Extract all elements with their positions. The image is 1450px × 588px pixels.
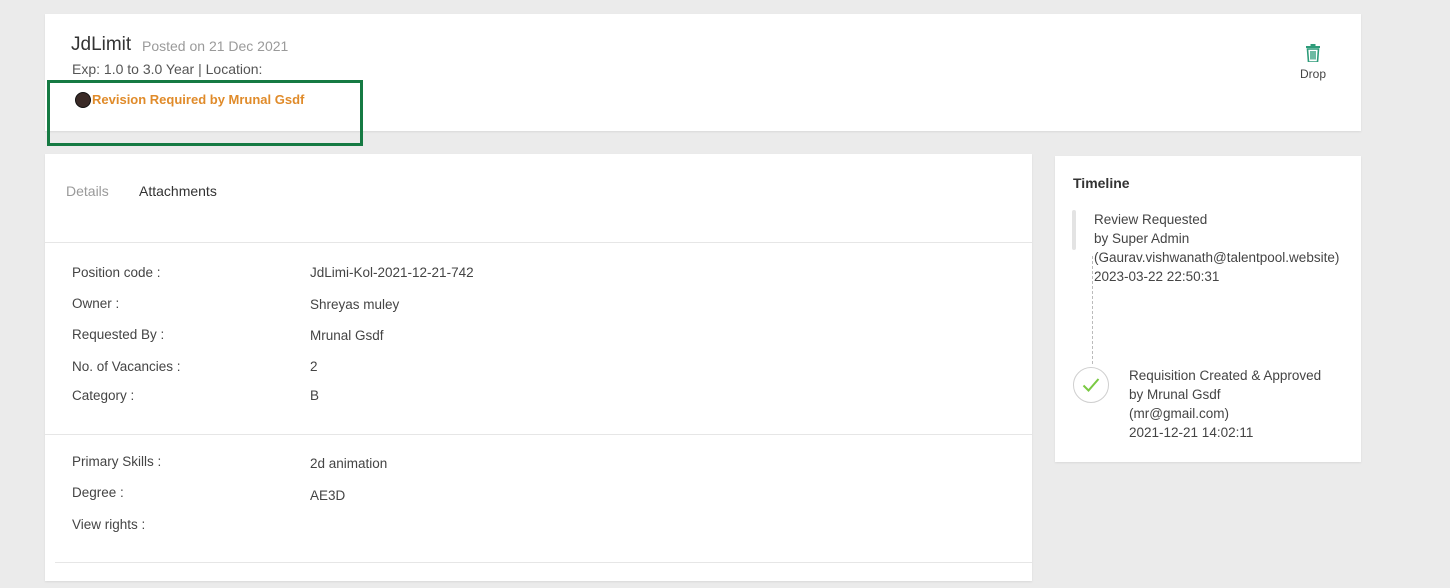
event-timestamp: 2021-12-21 14:02:11 (1129, 425, 1254, 440)
timeline-title: Timeline (1073, 175, 1130, 191)
vacancies-value: 2 (310, 359, 318, 374)
revision-status-text: Revision Required by Mrunal Gsdf (92, 92, 305, 107)
degree-value: AE3D (310, 488, 346, 503)
event-email: (mr@gmail.com) (1129, 406, 1229, 421)
requested-by-label: Requested By : (72, 327, 165, 342)
experience-location: Exp: 1.0 to 3.0 Year | Location: (72, 61, 263, 77)
job-title: JdLimit (71, 34, 132, 55)
divider (55, 562, 1032, 563)
event-timestamp: 2023-03-22 22:50:31 (1094, 269, 1220, 284)
degree-label: Degree : (72, 485, 124, 500)
event-email: (Gaurav.vishwanath@talentpool.website) (1094, 250, 1340, 265)
view-rights-label: View rights : (72, 517, 146, 532)
timeline-event: Review Requested by Super Admin (Gaurav.… (1094, 210, 1343, 286)
position-code-label: Position code : (72, 265, 161, 280)
primary-skills-label: Primary Skills : (72, 454, 162, 469)
divider (45, 242, 1032, 243)
pending-bar-icon (1072, 210, 1076, 250)
requisition-header-card: JdLimit Posted on 21 Dec 2021 Exp: 1.0 t… (45, 14, 1361, 131)
check-icon (1073, 367, 1109, 403)
requested-by-value: Mrunal Gsdf (310, 328, 384, 343)
trash-icon (1306, 44, 1320, 62)
timeline-card: Timeline Review Requested by Super Admin… (1055, 156, 1361, 462)
divider (45, 434, 1032, 435)
event-by: by Super Admin (1094, 231, 1190, 246)
timeline-connector (1092, 256, 1093, 364)
category-value: B (310, 388, 320, 403)
category-label: Category : (72, 388, 135, 403)
tab-details[interactable]: Details (66, 183, 109, 199)
event-action: Review Requested (1094, 212, 1208, 227)
drop-button[interactable]: Drop (1288, 44, 1338, 88)
primary-skills-value: 2d animation (310, 456, 388, 471)
event-by: by Mrunal Gsdf (1129, 387, 1221, 402)
drop-label: Drop (1299, 67, 1326, 81)
posted-date: Posted on 21 Dec 2021 (142, 38, 289, 54)
vacancies-label: No. of Vacancies : (72, 359, 181, 374)
position-code-value: JdLimi-Kol-2021-12-21-742 (310, 265, 474, 280)
owner-value: Shreyas muley (310, 297, 400, 312)
event-action: Requisition Created & Approved (1129, 368, 1322, 383)
details-card: Details Attachments Position code : JdLi… (45, 154, 1032, 581)
status-dot-icon (75, 92, 91, 108)
timeline-event: Requisition Created & Approved by Mrunal… (1129, 366, 1321, 442)
tab-attachments[interactable]: Attachments (139, 183, 217, 199)
owner-label: Owner : (72, 296, 120, 311)
